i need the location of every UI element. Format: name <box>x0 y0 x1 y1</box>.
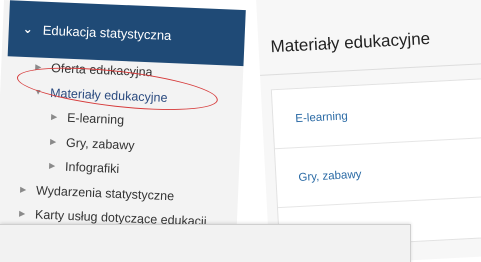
chevron-right-icon: ▶ <box>49 136 57 146</box>
main-content: Materiały edukacyjne E-learning Gry, zab… <box>256 0 481 262</box>
page-title: Materiały edukacyjne <box>270 28 431 57</box>
sidebar-item-label: Gry, zabawy <box>65 135 135 153</box>
card-link-elearning[interactable]: E-learning <box>295 110 348 125</box>
card-elearning: E-learning <box>271 77 481 150</box>
chevron-right-icon: ▶ <box>50 112 58 122</box>
chevron-right-icon: ▶ <box>35 62 42 72</box>
chevron-right-icon: ▶ <box>48 161 56 171</box>
title-divider <box>260 62 481 76</box>
card-link-gry-zabawy[interactable]: Gry, zabawy <box>298 169 362 184</box>
sidebar-item-label: Oferta edukacyjna <box>50 61 153 80</box>
chevron-down-icon: ⌄ <box>22 21 34 37</box>
sidebar-menu: ▶ Oferta edukacyjna ▼ Materiały edukacyj… <box>0 54 244 235</box>
sidebar-item-label: E-learning <box>66 110 125 128</box>
sidebar-nav: ⌄ Edukacja statystyczna ▶ Oferta edukacy… <box>0 0 246 262</box>
screenshot-stage: ⌄ Edukacja statystyczna ▶ Oferta edukacy… <box>0 0 481 262</box>
card-gry-zabawy: Gry, zabawy <box>274 136 481 209</box>
chevron-right-icon: ▶ <box>19 184 27 194</box>
sidebar-item-label: Infografiki <box>64 159 120 176</box>
chevron-down-icon: ▼ <box>34 86 43 97</box>
sidebar-item-label: Materiały edukacyjne <box>49 85 168 105</box>
chevron-right-icon: ▶ <box>18 208 26 219</box>
sidebar-item-label: Wydarzenia statystyczne <box>35 183 175 203</box>
bottom-overlay-sheet <box>0 224 411 262</box>
sidebar-header-label: Edukacja statystyczna <box>42 22 172 43</box>
